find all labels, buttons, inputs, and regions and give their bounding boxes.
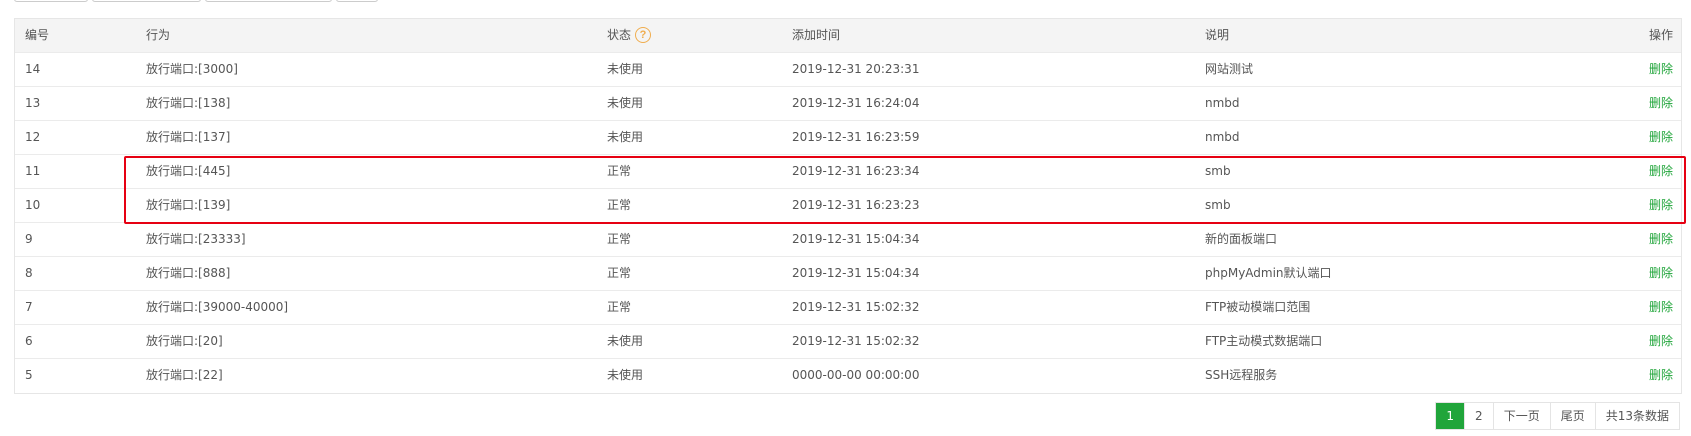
rule-id: 13 [25, 96, 41, 110]
rule-status: 未使用 [607, 334, 644, 348]
rule-status: 未使用 [607, 130, 644, 144]
toolbar-button-3[interactable] [205, 0, 332, 2]
table-row: 6 放行端口:[20] 未使用 2019-12-31 15:02:32 FTP主动模式数… [15, 325, 1681, 359]
table-row: 11 放行端口:[445] 正常 2019-12-31 16:23:34 smb 删除 [15, 155, 1681, 189]
header-id: 编号 [25, 28, 50, 42]
pagination: 1 2 下一页 尾页 共13条数据 [1435, 402, 1680, 430]
rule-action: 放行端口:[22] [146, 368, 223, 382]
rule-added-time: 2019-12-31 16:24:04 [792, 96, 920, 110]
rule-status: 正常 [607, 232, 632, 246]
toolbar-button-2[interactable] [92, 0, 201, 2]
delete-link[interactable]: 删除 [1649, 155, 1673, 188]
header-action: 行为 [146, 28, 171, 42]
rule-description: 网站测试 [1205, 62, 1254, 76]
delete-link[interactable]: 删除 [1649, 53, 1673, 86]
rule-status: 正常 [607, 164, 632, 178]
rule-description: FTP被动模端口范围 [1205, 300, 1311, 314]
rule-id: 14 [25, 62, 41, 76]
rule-id: 8 [25, 266, 33, 280]
page-button-1[interactable]: 1 [1436, 403, 1465, 429]
header-added-time: 添加时间 [792, 28, 841, 42]
page-button-2[interactable]: 2 [1464, 403, 1493, 429]
rule-id: 11 [25, 164, 41, 178]
table-row: 8 放行端口:[888] 正常 2019-12-31 15:04:34 phpMyAdm… [15, 257, 1681, 291]
rule-description: SSH远程服务 [1205, 368, 1278, 382]
header-operation: 操作 [1648, 28, 1673, 42]
rule-action: 放行端口:[139] [146, 198, 231, 212]
rule-status: 正常 [607, 300, 632, 314]
rule-action: 放行端口:[445] [146, 164, 231, 178]
rule-action: 放行端口:[138] [146, 96, 231, 110]
rule-id: 7 [25, 300, 33, 314]
rule-status: 正常 [607, 266, 632, 280]
table-row: 9 放行端口:[23333] 正常 2019-12-31 15:04:34 新的面板端口… [15, 223, 1681, 257]
rule-id: 5 [25, 368, 33, 382]
rule-status: 未使用 [607, 62, 644, 76]
header-status-label: 状态 [607, 28, 632, 42]
rule-description: FTP主动模式数据端口 [1205, 334, 1323, 348]
rule-id: 6 [25, 334, 33, 348]
rule-id: 10 [25, 198, 41, 212]
rule-status: 未使用 [607, 96, 644, 110]
rule-action: 放行端口:[20] [146, 334, 223, 348]
rule-action: 放行端口:[39000-40000] [146, 300, 289, 314]
table-header-row: 编号 行为 状态? 添加时间 说明 操作 [15, 19, 1681, 53]
header-description: 说明 [1205, 28, 1230, 42]
rule-id: 9 [25, 232, 33, 246]
rule-action: 放行端口:[3000] [146, 62, 238, 76]
rule-description: phpMyAdmin默认端口 [1205, 266, 1332, 280]
rule-added-time: 2019-12-31 16:23:23 [792, 198, 920, 212]
table-row: 10 放行端口:[139] 正常 2019-12-31 16:23:23 smb 删除 [15, 189, 1681, 223]
toolbar-button-4[interactable] [336, 0, 378, 2]
table-row: 5 放行端口:[22] 未使用 0000-00-00 00:00:00 SSH远程服务 删… [15, 359, 1681, 393]
rule-description: nmbd [1205, 130, 1240, 144]
table-row: 14 放行端口:[3000] 未使用 2019-12-31 20:23:31 网站测试 删… [15, 53, 1681, 87]
question-circle-icon[interactable]: ? [635, 26, 652, 43]
next-page-button[interactable]: 下一页 [1492, 403, 1550, 429]
rule-id: 12 [25, 130, 41, 144]
firewall-rules-table: 编号 行为 状态? 添加时间 说明 操作 14 放行端口:[3000] 未使用 201… [14, 18, 1682, 394]
rule-added-time: 2019-12-31 15:04:34 [792, 232, 920, 246]
rule-added-time: 2019-12-31 16:23:59 [792, 130, 920, 144]
delete-link[interactable]: 删除 [1649, 121, 1673, 154]
total-count: 共13条数据 [1594, 403, 1679, 429]
delete-link[interactable]: 删除 [1649, 291, 1673, 324]
last-page-button[interactable]: 尾页 [1549, 403, 1595, 429]
rule-description: 新的面板端口 [1205, 232, 1278, 246]
rule-description: smb [1205, 164, 1231, 178]
rule-action: 放行端口:[888] [146, 266, 231, 280]
rule-added-time: 0000-00-00 00:00:00 [792, 368, 920, 382]
rule-added-time: 2019-12-31 15:02:32 [792, 300, 920, 314]
delete-link[interactable]: 删除 [1649, 359, 1673, 392]
delete-link[interactable]: 删除 [1649, 87, 1673, 120]
rule-status: 未使用 [607, 368, 644, 382]
table-row: 7 放行端口:[39000-40000] 正常 2019-12-31 15:02:32… [15, 291, 1681, 325]
rule-added-time: 2019-12-31 15:02:32 [792, 334, 920, 348]
delete-link[interactable]: 删除 [1649, 257, 1673, 290]
rule-added-time: 2019-12-31 16:23:34 [792, 164, 920, 178]
rule-added-time: 2019-12-31 15:04:34 [792, 266, 920, 280]
rule-added-time: 2019-12-31 20:23:31 [792, 62, 920, 76]
rule-description: smb [1205, 198, 1231, 212]
toolbar-button-1[interactable] [14, 0, 88, 2]
header-status: 状态? [607, 19, 652, 52]
table-row: 12 放行端口:[137] 未使用 2019-12-31 16:23:59 nmbd 删除 [15, 121, 1681, 155]
rule-status: 正常 [607, 198, 632, 212]
rule-description: nmbd [1205, 96, 1240, 110]
delete-link[interactable]: 删除 [1649, 189, 1673, 222]
rule-action: 放行端口:[137] [146, 130, 231, 144]
rule-action: 放行端口:[23333] [146, 232, 246, 246]
delete-link[interactable]: 删除 [1649, 325, 1673, 358]
table-row: 13 放行端口:[138] 未使用 2019-12-31 16:24:04 nmbd 删除 [15, 87, 1681, 121]
delete-link[interactable]: 删除 [1649, 223, 1673, 256]
